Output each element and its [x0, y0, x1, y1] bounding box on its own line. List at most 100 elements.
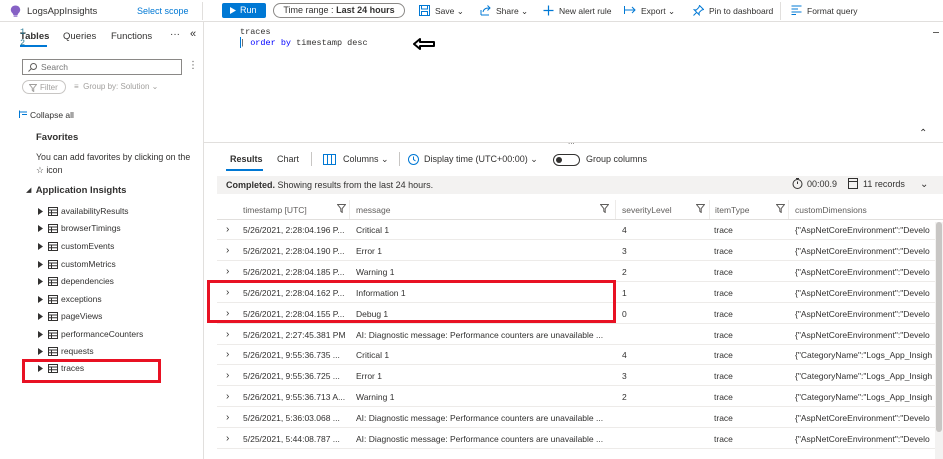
cell-message: AI: Diagnostic message: Performance coun…	[356, 330, 604, 340]
caret-right-icon[interactable]	[38, 243, 43, 250]
cell-customdimensions: {"CategoryName":"Logs_App_Insigh	[795, 350, 933, 360]
cell-customdimensions: {"AspNetCoreEnvironment":"Develo	[795, 288, 930, 298]
columns-button[interactable]: Columns ⌄	[343, 154, 389, 165]
group-columns-toggle[interactable]	[553, 154, 580, 166]
tab-queries[interactable]: Queries	[63, 31, 96, 42]
code-line-1[interactable]: traces	[240, 27, 271, 37]
chevron-right-icon[interactable]: ›	[226, 266, 229, 277]
toolbar-divider	[202, 2, 203, 20]
cell-itemtype: trace	[714, 413, 733, 423]
chevron-right-icon[interactable]: ›	[226, 370, 229, 381]
search-box[interactable]	[22, 59, 182, 75]
share-button[interactable]: Share ⌄	[496, 6, 528, 17]
new-alert-rule-button[interactable]: New alert rule	[559, 6, 611, 16]
time-range-picker[interactable]: Time range : Last 24 hours	[273, 3, 405, 18]
column-header-customdimensions[interactable]: customDimensions	[795, 205, 867, 215]
toolbar-divider	[399, 152, 400, 166]
column-header-severity[interactable]: severityLevel	[622, 205, 672, 215]
cell-itemtype: trace	[714, 371, 733, 381]
section-application-insights[interactable]: ◢ Application Insights	[26, 185, 126, 196]
chevron-double-down-icon[interactable]: ⌄	[920, 179, 928, 190]
chevron-right-icon[interactable]: ›	[226, 245, 229, 256]
caret-down-icon: ◢	[26, 187, 32, 194]
chevron-right-icon[interactable]: ›	[226, 412, 229, 423]
scrollbar-thumb[interactable]	[936, 222, 942, 432]
chevron-right-icon[interactable]: ›	[226, 329, 229, 340]
export-button[interactable]: Export ⌄	[641, 6, 675, 17]
format-query-button[interactable]: Format query	[807, 6, 858, 16]
table-row[interactable]: › 5/26/2021, 9:55:36.713 A... Warning 1 2 tr…	[217, 387, 935, 407]
display-time-dropdown[interactable]: Display time (UTC+00:00) ⌄	[424, 154, 538, 165]
chevron-double-up-icon[interactable]: ⌃	[919, 128, 927, 139]
column-header-message[interactable]: message	[356, 205, 391, 215]
tab-functions[interactable]: Functions	[111, 31, 152, 42]
pin-to-dashboard-button[interactable]: Pin to dashboard	[709, 6, 773, 16]
filter-button[interactable]: Filter	[22, 80, 66, 94]
column-resizer[interactable]	[615, 200, 616, 219]
filter-icon[interactable]	[696, 204, 705, 213]
run-button[interactable]: Run	[222, 3, 266, 18]
code-line-2[interactable]: | order by timestamp desc	[240, 38, 368, 48]
table-item-label: browserTimings	[61, 223, 121, 233]
filter-icon[interactable]	[600, 204, 609, 213]
collapse-all-button[interactable]: Collapse all	[30, 110, 74, 120]
tab-results[interactable]: Results	[230, 154, 263, 164]
cell-customdimensions: {"AspNetCoreEnvironment":"Develo	[795, 267, 930, 277]
cell-message: Error 1	[356, 246, 382, 256]
save-button[interactable]: Save ⌄	[435, 6, 464, 17]
app-insights-icon	[10, 5, 21, 17]
cell-itemtype: trace	[714, 330, 733, 340]
scroll-marker	[933, 32, 939, 33]
table-row[interactable]: › 5/26/2021, 9:55:36.725 ... Error 1 3 trace…	[217, 366, 935, 386]
group-columns-label: Group columns	[586, 154, 648, 164]
collapse-pane-icon[interactable]: «	[190, 28, 196, 40]
filter-icon[interactable]	[776, 204, 785, 213]
highlight-box	[207, 280, 616, 323]
column-resizer[interactable]	[709, 200, 710, 219]
line-number: 2	[20, 38, 26, 48]
table-row[interactable]: › 5/25/2021, 5:44:08.787 ... AI: Diagnosti…	[217, 429, 935, 449]
caret-right-icon[interactable]	[38, 296, 43, 303]
time-range-value: Last 24 hours	[336, 5, 395, 15]
caret-right-icon[interactable]	[38, 261, 43, 268]
table-row[interactable]: › 5/26/2021, 2:28:04.185 P... Warning 1 2 tr…	[217, 262, 935, 282]
group-by-dropdown[interactable]: ≡ Group by: Solution ⌄	[74, 82, 158, 91]
select-scope-link[interactable]: Select scope	[137, 6, 189, 16]
cell-itemtype: trace	[714, 309, 733, 319]
table-row[interactable]: › 5/26/2021, 9:55:36.735 ... Critical 1 4 tr…	[217, 345, 935, 365]
caret-right-icon[interactable]	[38, 313, 43, 320]
cell-timestamp: 5/26/2021, 9:55:36.735 ...	[243, 350, 340, 360]
table-icon	[48, 312, 58, 321]
elapsed-time: 00:00.9	[807, 179, 838, 189]
chevron-right-icon[interactable]: ›	[226, 349, 229, 360]
column-resizer[interactable]	[349, 200, 350, 219]
chevron-right-icon[interactable]: ›	[226, 391, 229, 402]
cell-timestamp: 5/26/2021, 9:55:36.713 A...	[243, 392, 346, 402]
cell-message: Warning 1	[356, 267, 395, 277]
caret-right-icon[interactable]	[38, 278, 43, 285]
chevron-right-icon[interactable]: ›	[226, 224, 229, 235]
collapse-all-icon	[19, 110, 28, 119]
more-options-icon[interactable]: ···	[170, 29, 180, 40]
stopwatch-icon	[792, 178, 803, 189]
table-row[interactable]: › 5/26/2021, 2:28:04.196 P... Critical 1 4 t…	[217, 220, 935, 240]
caret-right-icon[interactable]	[38, 225, 43, 232]
search-more-icon[interactable]: ⋮	[188, 60, 198, 71]
column-header-itemtype[interactable]: itemType	[715, 205, 750, 215]
table-row[interactable]: › 5/26/2021, 2:27:45.381 PM AI: Diagnostic…	[217, 325, 935, 345]
table-item-label: customEvents	[61, 241, 115, 251]
table-icon	[48, 242, 58, 251]
caret-right-icon[interactable]	[38, 348, 43, 355]
caret-right-icon[interactable]	[38, 331, 43, 338]
filter-icon[interactable]	[337, 204, 346, 213]
format-query-icon	[791, 5, 802, 15]
chevron-right-icon[interactable]: ›	[226, 433, 229, 444]
table-row[interactable]: › 5/26/2021, 2:28:04.190 P... Error 1 3 trac…	[217, 241, 935, 261]
column-resizer[interactable]	[788, 200, 789, 219]
table-row[interactable]: › 5/26/2021, 5:36:03.068 ... AI: Diagnosti…	[217, 408, 935, 428]
caret-right-icon[interactable]	[38, 208, 43, 215]
search-input[interactable]	[41, 61, 177, 73]
active-tab-indicator	[226, 169, 263, 171]
column-header-timestamp[interactable]: timestamp [UTC]	[243, 205, 307, 215]
tab-chart[interactable]: Chart	[277, 154, 299, 164]
